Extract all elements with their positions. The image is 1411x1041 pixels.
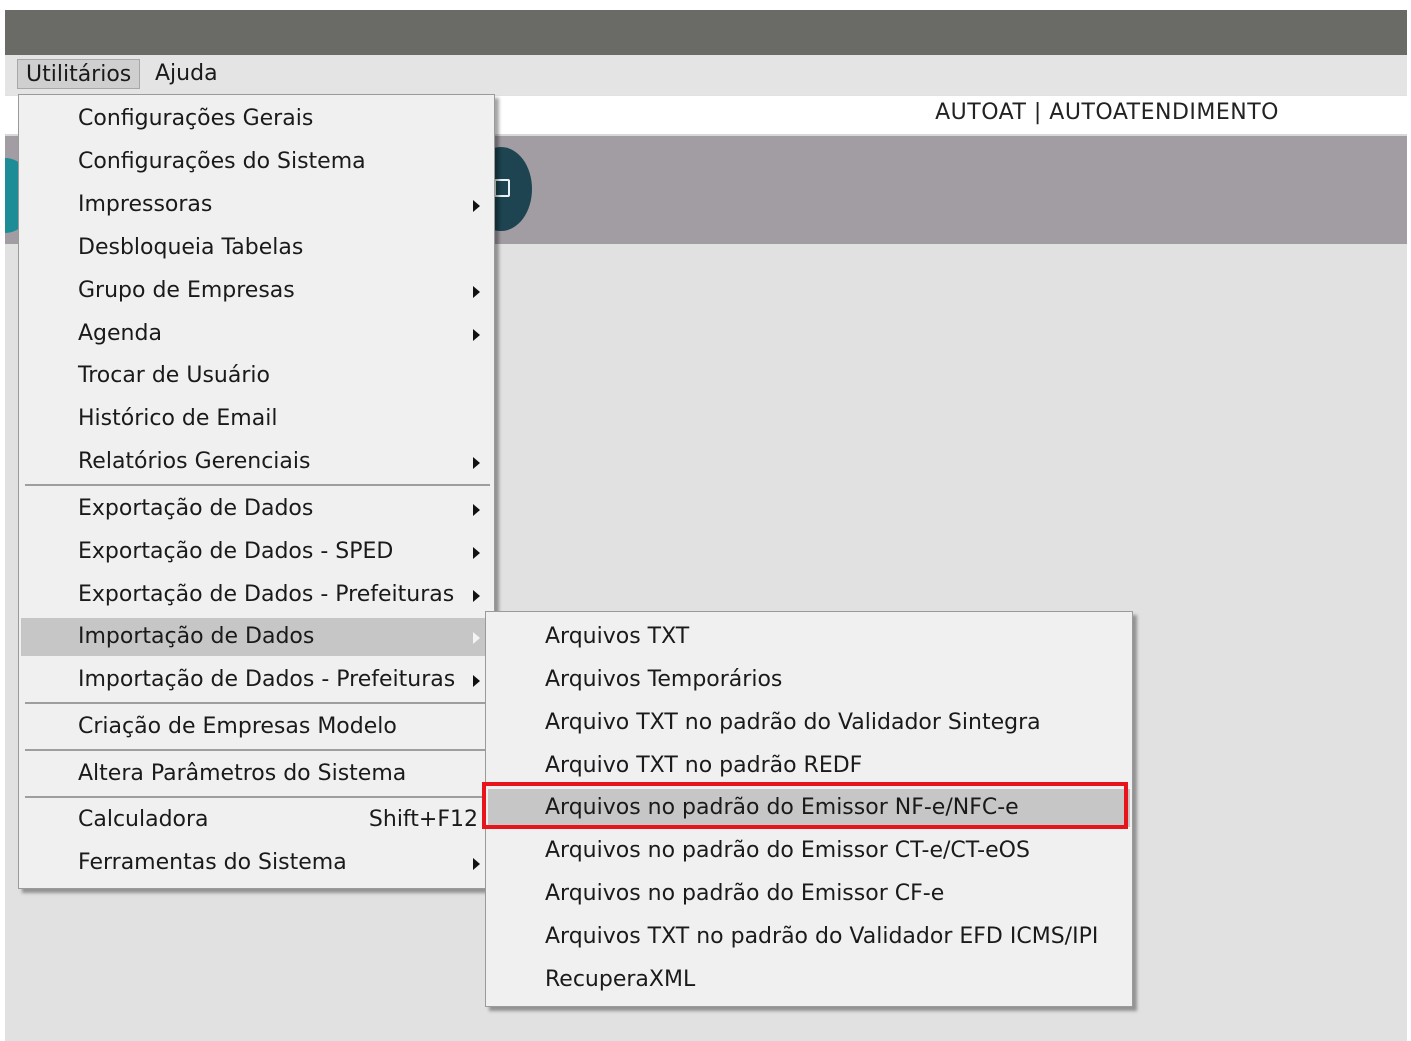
menu-item-importacao-prefeituras[interactable]: Importação de Dados - Prefeituras [21,661,492,699]
title-bar [5,10,1407,55]
menu-utilitarios[interactable]: Utilitários [17,59,141,89]
menu-item-criacao-empresas-modelo[interactable]: Criação de Empresas Modelo [21,708,492,746]
menu-item-exportacao-dados[interactable]: Exportação de Dados [21,490,492,528]
submenu-item-label: Arquivos Temporários [545,667,783,692]
menu-item-desbloqueia-tabelas[interactable]: Desbloqueia Tabelas [21,229,492,267]
menu-item-label: Criação de Empresas Modelo [78,714,397,739]
submenu-arrow-icon [473,675,480,687]
menu-item-label: Trocar de Usuário [78,363,270,388]
menu-item-label: Importação de Dados - Prefeituras [78,667,456,692]
submenu-arrow-icon [473,286,480,298]
menu-item-altera-parametros[interactable]: Altera Parâmetros do Sistema [21,755,492,793]
submenu-item-validador-sintegra[interactable]: Arquivo TXT no padrão do Validador Sinte… [488,704,1130,742]
utilitarios-dropdown: Configurações Gerais Configurações do Si… [18,94,495,889]
submenu-arrow-icon [473,457,480,469]
submenu-item-recuperaxml[interactable]: RecuperaXML [488,961,1130,999]
submenu-item-arquivos-temporarios[interactable]: Arquivos Temporários [488,661,1130,699]
submenu-arrow-icon [473,200,480,212]
menu-separator [25,796,490,798]
menu-item-label: Configurações do Sistema [78,149,366,174]
menu-item-ferramentas-sistema[interactable]: Ferramentas do Sistema [21,844,492,882]
highlight-annotation-box [482,782,1128,829]
menu-item-historico-email[interactable]: Histórico de Email [21,400,492,438]
submenu-arrow-icon [473,504,480,516]
menu-item-label: Exportação de Dados - SPED [78,539,394,564]
submenu-item-label: RecuperaXML [545,967,696,992]
menu-item-label: Histórico de Email [78,406,278,431]
menu-item-label: Impressoras [78,192,213,217]
menu-item-label: Desbloqueia Tabelas [78,235,304,260]
submenu-arrow-icon [473,632,480,644]
company-label: AUTOAT | AUTOATENDIMENTO [935,100,1279,125]
submenu-item-emissor-cte-cteos[interactable]: Arquivos no padrão do Emissor CT-e/CT-eO… [488,832,1130,870]
submenu-item-arquivos-txt[interactable]: Arquivos TXT [488,618,1130,656]
menu-item-label: Importação de Dados [78,624,315,649]
menu-item-label: Calculadora [78,807,209,832]
submenu-arrow-icon [473,858,480,870]
menu-item-configuracoes-sistema[interactable]: Configurações do Sistema [21,143,492,181]
menu-item-label: Configurações Gerais [78,106,314,131]
menu-item-label: Altera Parâmetros do Sistema [78,761,407,786]
menu-item-label: Grupo de Empresas [78,278,295,303]
submenu-item-label: Arquivo TXT no padrão do Validador Sinte… [545,710,1041,735]
submenu-arrow-icon [473,547,480,559]
menu-separator [25,484,490,486]
menu-item-configuracoes-gerais[interactable]: Configurações Gerais [21,100,492,138]
menu-item-label: Exportação de Dados [78,496,314,521]
menu-ajuda[interactable]: Ajuda [147,59,226,89]
menu-bar: Utilitários Ajuda [5,55,1407,95]
menu-separator [25,702,490,704]
submenu-item-label: Arquivos TXT [545,624,690,649]
submenu-item-label: Arquivos TXT no padrão do Validador EFD … [545,924,1099,949]
submenu-item-emissor-cfe[interactable]: Arquivos no padrão do Emissor CF-e [488,875,1130,913]
menu-item-calculadora[interactable]: Calculadora Shift+F12 [21,801,492,839]
menu-item-agenda[interactable]: Agenda [21,315,492,353]
submenu-arrow-icon [473,329,480,341]
menu-item-label: Agenda [78,321,162,346]
menu-item-importacao-dados[interactable]: Importação de Dados [21,618,492,656]
submenu-arrow-icon [473,590,480,602]
menu-item-impressoras[interactable]: Impressoras [21,186,492,224]
submenu-item-label: Arquivos no padrão do Emissor CF-e [545,881,945,906]
menu-item-shortcut: Shift+F12 [368,807,478,832]
menu-item-grupo-empresas[interactable]: Grupo de Empresas [21,272,492,310]
menu-item-trocar-usuario[interactable]: Trocar de Usuário [21,357,492,395]
submenu-item-padrao-redf[interactable]: Arquivo TXT no padrão REDF [488,747,1130,785]
menu-item-label: Ferramentas do Sistema [78,850,347,875]
menu-item-relatorios-gerenciais[interactable]: Relatórios Gerenciais [21,443,492,481]
application-window: Utilitários Ajuda AUTOAT | AUTOATENDIMEN… [5,10,1407,1041]
submenu-item-validador-efd[interactable]: Arquivos TXT no padrão do Validador EFD … [488,918,1130,956]
menu-item-exportacao-sped[interactable]: Exportação de Dados - SPED [21,533,492,571]
menu-separator [25,749,490,751]
submenu-item-label: Arquivo TXT no padrão REDF [545,753,863,778]
document-icon [494,179,510,197]
menu-item-exportacao-prefeituras[interactable]: Exportação de Dados - Prefeituras [21,576,492,614]
submenu-item-label: Arquivos no padrão do Emissor CT-e/CT-eO… [545,838,1030,863]
menu-item-label: Relatórios Gerenciais [78,449,311,474]
menu-item-label: Exportação de Dados - Prefeituras [78,582,455,607]
